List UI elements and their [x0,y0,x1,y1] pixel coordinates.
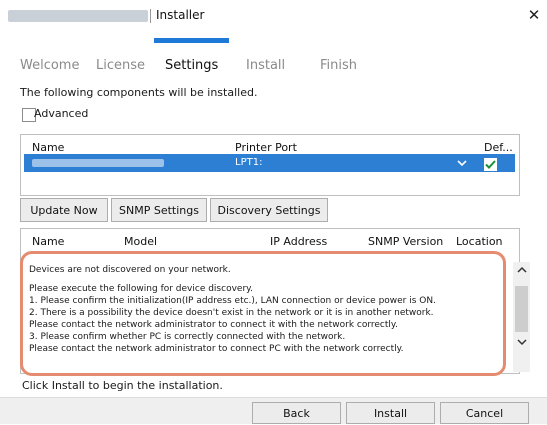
close-icon[interactable]: ✕ [525,6,543,24]
message-line: 1. Please confirm the initialization(IP … [29,296,436,306]
discovery-settings-button[interactable]: Discovery Settings [210,198,328,222]
column-header-model[interactable]: Model [124,235,157,248]
column-header-ip-address[interactable]: IP Address [270,235,327,248]
cancel-button[interactable]: Cancel [440,402,529,424]
message-line: 2. There is a possibility the device doe… [29,308,434,318]
tab-install[interactable]: Install [246,58,285,73]
title-separator [150,9,151,23]
install-hint-text: Click Install to begin the installation. [22,379,223,392]
chevron-up-icon[interactable] [513,262,530,280]
column-header-snmp-version[interactable]: SNMP Version [368,235,443,248]
printer-port-value: LPT1: [235,157,263,168]
message-line: 3. Please confirm whether PC is correctl… [29,332,346,342]
message-line: Devices are not discovered on your netwo… [29,265,231,275]
column-header-name[interactable]: Name [32,141,64,154]
message-line: Please contact the network administrator… [29,344,404,354]
chevron-down-icon[interactable] [455,155,469,171]
active-step-indicator [154,38,229,43]
column-header-default[interactable]: Def... [484,141,513,154]
update-now-button[interactable]: Update Now [20,198,108,222]
components-info-text: The following components will be install… [20,86,258,99]
column-header-name[interactable]: Name [32,235,64,248]
window-title: Installer [156,8,205,22]
message-line: Please execute the following for device … [29,284,254,294]
back-button[interactable]: Back [252,402,341,424]
check-icon [485,160,496,169]
app-name-redacted [8,10,148,22]
column-header-printer-port[interactable]: Printer Port [235,141,297,154]
chevron-down-icon[interactable] [513,334,530,352]
default-checkbox[interactable] [483,157,498,172]
tab-welcome[interactable]: Welcome [20,58,79,73]
tab-license[interactable]: License [96,58,145,73]
snmp-settings-button[interactable]: SNMP Settings [111,198,207,222]
scrollbar-thumb[interactable] [515,286,528,332]
message-line: Please contact the network administrator… [29,320,398,330]
install-button[interactable]: Install [346,402,435,424]
tab-finish[interactable]: Finish [320,58,357,73]
tab-settings[interactable]: Settings [165,58,218,73]
advanced-label: Advanced [34,107,89,120]
component-name-redacted [32,159,164,167]
column-header-location[interactable]: Location [456,235,503,248]
